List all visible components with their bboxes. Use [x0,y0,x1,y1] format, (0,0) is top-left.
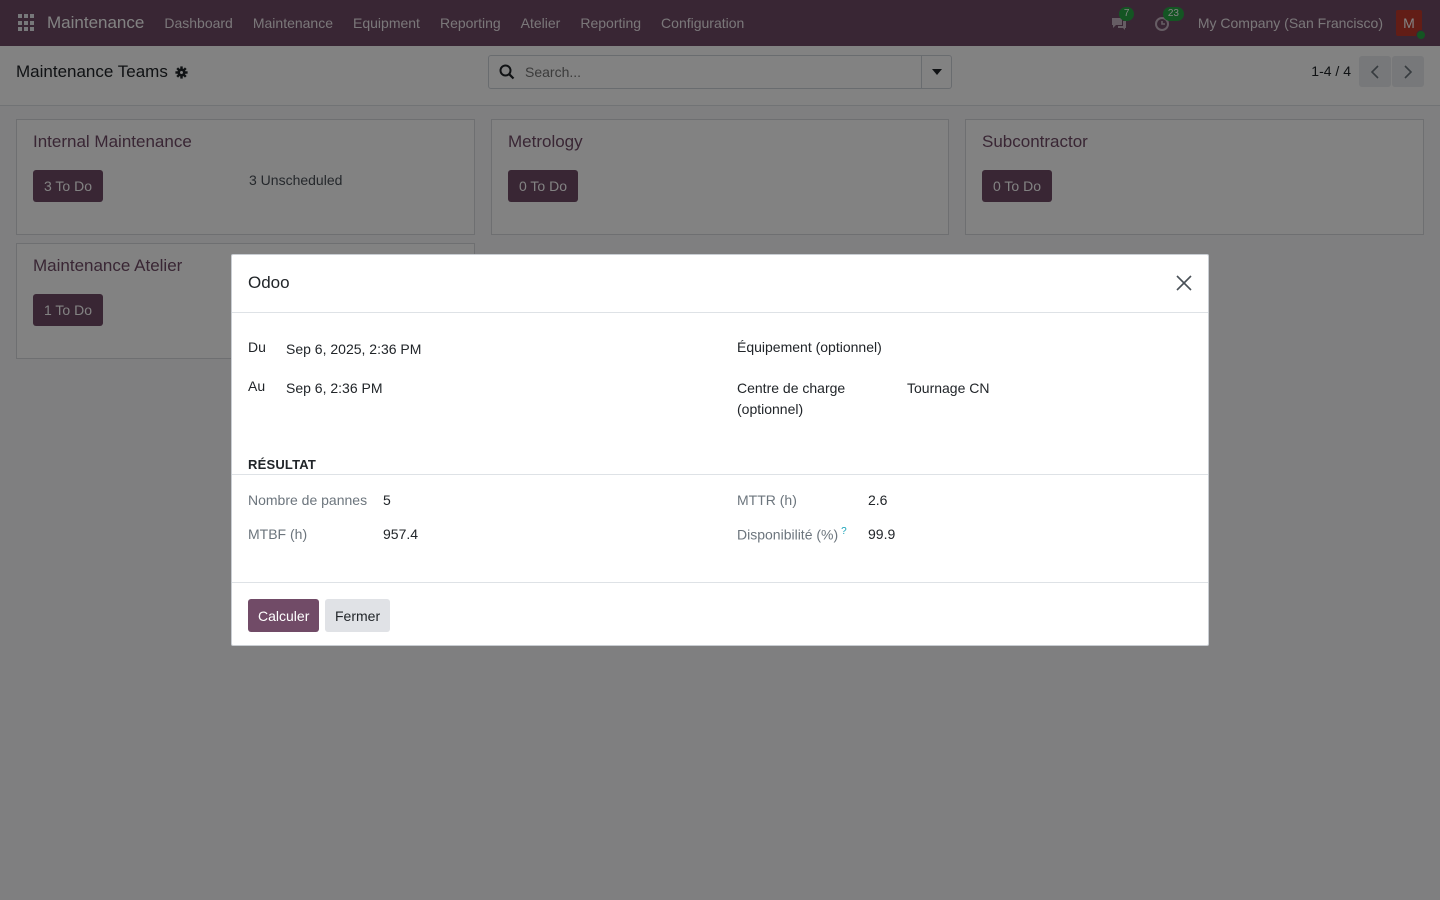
to-date-field[interactable]: Sep 6, 2:36 PM [286,380,383,396]
mtbf-dialog: Odoo Du Sep 6, 2025, 2:36 PM Au Sep 6, 2… [231,254,1209,646]
failures-label: Nombre de pannes [248,492,368,508]
equipment-label: Équipement (optionnel) [737,339,882,355]
mtbf-value: 957.4 [383,526,419,542]
compute-button[interactable]: Calculer [248,599,320,632]
failures-value: 5 [383,492,391,508]
mttr-value: 2.6 [868,492,888,508]
close-button[interactable]: Fermer [325,599,391,632]
workcenter-label-line1: Centre de charge [737,380,846,396]
dialog-title: Odoo [248,273,290,292]
mttr-label: MTTR (h) [737,492,797,508]
availability-label: Disponibilité (%)? [737,526,847,543]
to-date-label: Au [248,378,266,394]
close-icon[interactable] [1174,273,1194,293]
dialog-footer: Calculer Fermer [232,582,1208,646]
mtbf-label: MTBF (h) [248,526,308,542]
workcenter-field[interactable]: Tournage CN [907,380,990,396]
from-date-field[interactable]: Sep 6, 2025, 2:36 PM [286,341,421,357]
help-tooltip-icon[interactable]: ? [841,526,847,537]
workcenter-label-line2: (optionnel) [737,401,804,417]
availability-label-text: Disponibilité (%) [737,526,839,543]
from-date-label: Du [248,339,266,355]
availability-value: 99.9 [868,526,896,542]
section-divider [232,474,1208,475]
workcenter-label: Centre de charge (optionnel) [737,378,845,420]
dialog-header: Odoo [232,255,1208,313]
result-section-title: RÉSULTAT [248,457,317,472]
